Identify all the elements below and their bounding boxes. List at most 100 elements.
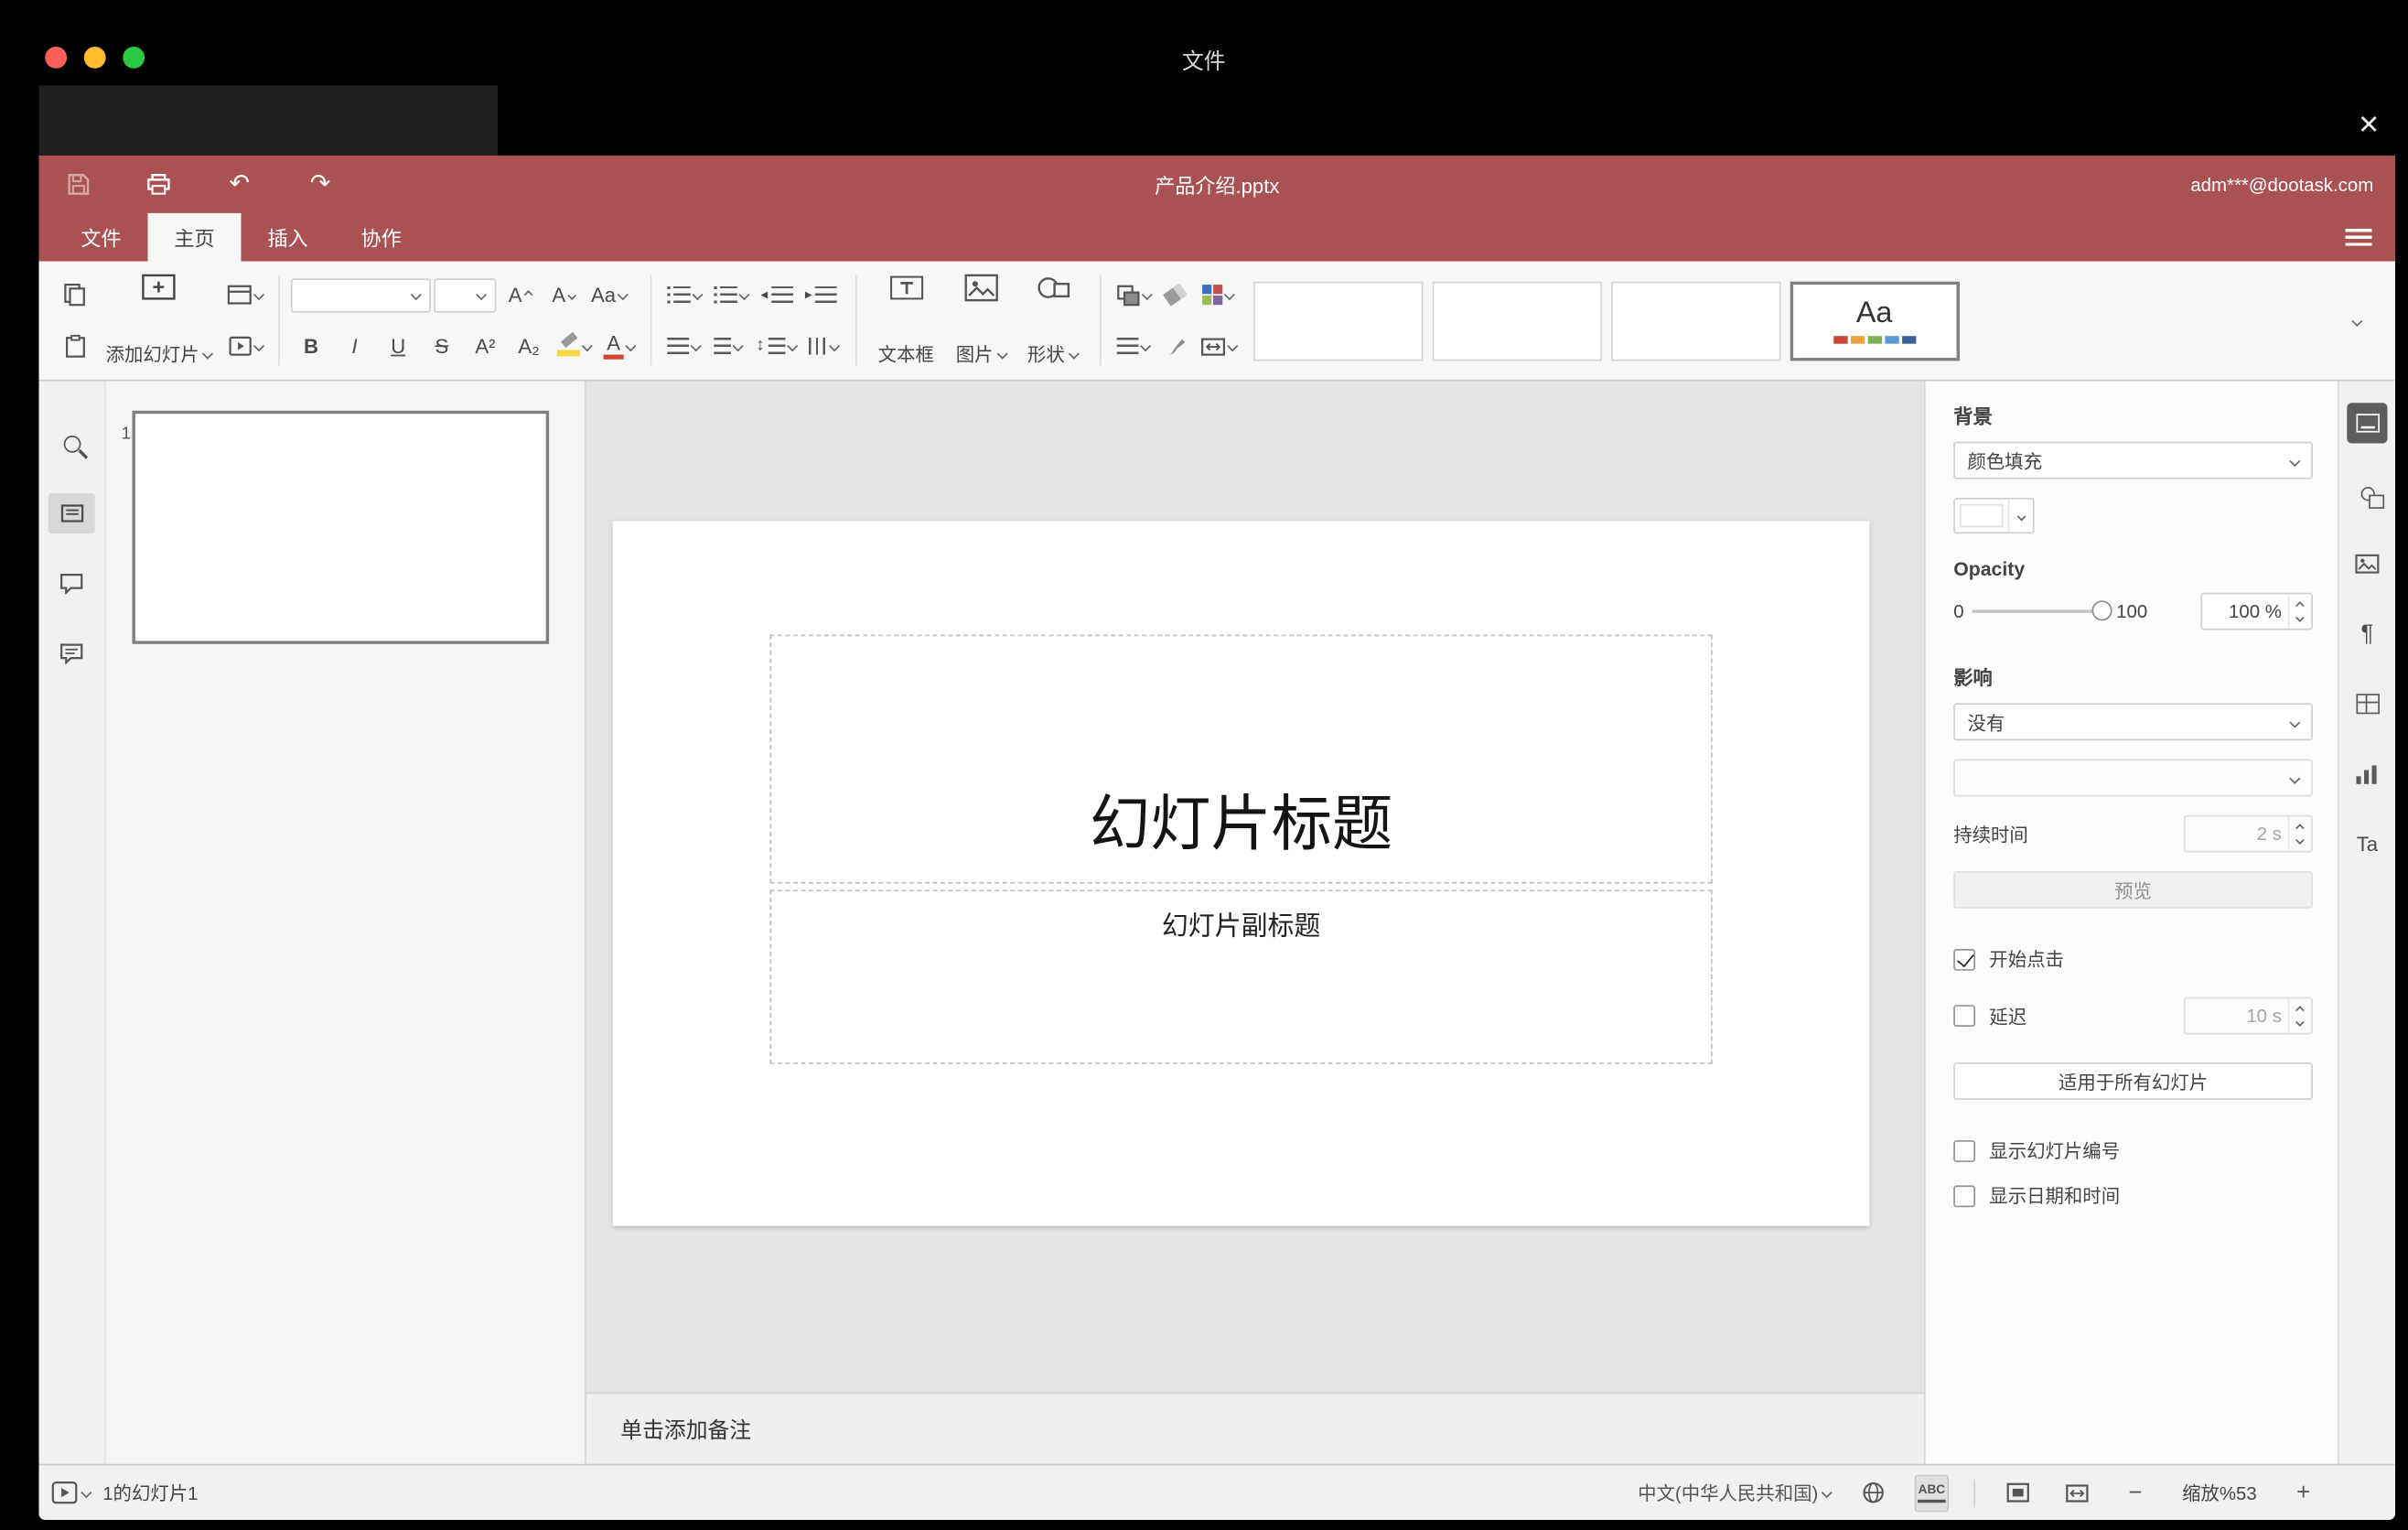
copy-button[interactable]: [55, 275, 95, 315]
decrease-font-button[interactable]: A: [543, 275, 583, 315]
show-date-time-checkbox[interactable]: [1953, 1184, 1975, 1207]
duration-input[interactable]: 2 s: [2183, 814, 2313, 853]
strikethrough-button[interactable]: S: [422, 326, 462, 366]
horizontal-align-button[interactable]: [662, 326, 704, 366]
effect-select[interactable]: 没有: [1953, 703, 2313, 741]
effect-type-select[interactable]: [1953, 759, 2313, 797]
undo-button[interactable]: ↶: [222, 167, 256, 201]
delay-checkbox[interactable]: [1953, 1005, 1975, 1027]
slider-knob[interactable]: [2091, 600, 2112, 621]
numbering-button[interactable]: [709, 275, 753, 315]
fit-width-button[interactable]: [2059, 1474, 2093, 1512]
insert-image-button[interactable]: 图片: [945, 269, 1016, 372]
theme-option-3[interactable]: [1610, 280, 1780, 361]
save-button[interactable]: [60, 167, 94, 201]
background-fill-select[interactable]: 颜色填充: [1953, 441, 2313, 479]
change-case-button[interactable]: Aa: [586, 275, 631, 315]
add-slide-button[interactable]: 添加幻灯片: [95, 269, 222, 372]
shape-settings-tab[interactable]: [2347, 473, 2387, 513]
image-settings-tab[interactable]: [2347, 543, 2387, 583]
start-slideshow-button[interactable]: [222, 326, 267, 366]
effect-label: 影响: [1953, 667, 1993, 690]
textart-settings-icon: Ta: [2356, 831, 2379, 856]
opacity-input[interactable]: 100 %: [2200, 592, 2313, 630]
arrange-button[interactable]: [1112, 275, 1156, 315]
italic-button[interactable]: I: [335, 326, 375, 366]
tab-file[interactable]: 文件: [55, 213, 148, 262]
screen: 文件 ✕ ↶ ↷ 产品介绍.pptx adm***@dootask.com 文件…: [0, 0, 2408, 1530]
font-name-select[interactable]: [290, 277, 431, 312]
delay-input[interactable]: 10 s: [2183, 997, 2313, 1035]
zoom-out-button[interactable]: −: [2118, 1474, 2152, 1512]
color-scheme-button[interactable]: [1196, 275, 1241, 315]
opacity-slider[interactable]: [1972, 600, 2112, 622]
comments-panel-button[interactable]: [48, 563, 95, 603]
language-select[interactable]: 中文(中华人民共和国): [1638, 1474, 1833, 1512]
increase-font-button[interactable]: A: [500, 275, 540, 315]
theme-option-2[interactable]: [1431, 280, 1602, 361]
spellcheck-button[interactable]: ABC: [1914, 1473, 1950, 1512]
text-box-button[interactable]: 文本框: [867, 269, 945, 372]
start-on-click-checkbox[interactable]: [1953, 948, 1975, 970]
tab-insert[interactable]: 插入: [242, 213, 335, 262]
slide-layout-button[interactable]: [222, 275, 267, 315]
app-header: ↶ ↷ 产品介绍.pptx adm***@dootask.com 文件 主页 插…: [38, 156, 2395, 262]
clear-style-button[interactable]: [1155, 275, 1195, 315]
vertical-align-button[interactable]: [708, 326, 748, 366]
superscript-button[interactable]: A²: [465, 326, 505, 366]
set-language-button[interactable]: [1855, 1474, 1889, 1512]
line-spacing-button[interactable]: ↕: [751, 326, 801, 366]
background-color-picker[interactable]: [1953, 498, 2035, 534]
underline-button[interactable]: U: [378, 326, 418, 366]
zoom-in-button[interactable]: +: [2286, 1474, 2320, 1512]
bullets-button[interactable]: [662, 275, 706, 315]
decrease-indent-button[interactable]: ◂: [756, 275, 797, 315]
close-icon[interactable]: ✕: [2346, 106, 2392, 146]
fit-slide-button[interactable]: [2000, 1474, 2034, 1512]
font-color-button[interactable]: A: [599, 326, 640, 366]
theme-gallery-expand-button[interactable]: [2333, 269, 2380, 372]
paste-button[interactable]: [55, 326, 95, 366]
apply-to-all-slides-button[interactable]: 适用于所有幻灯片: [1953, 1062, 2313, 1100]
tab-collaboration[interactable]: 协作: [335, 213, 428, 262]
redo-button[interactable]: ↷: [304, 167, 338, 201]
hamburger-icon[interactable]: [2345, 228, 2372, 246]
slide-size-button[interactable]: [1196, 326, 1241, 366]
theme-option-1[interactable]: [1252, 280, 1423, 361]
copy-style-button[interactable]: [1155, 326, 1195, 366]
start-slideshow-status-button[interactable]: [51, 1474, 92, 1512]
increase-indent-button[interactable]: ▸: [801, 275, 842, 315]
theme-option-selected[interactable]: Aa: [1789, 280, 1960, 361]
chat-panel-button[interactable]: [48, 633, 95, 673]
insert-shape-button[interactable]: 形状: [1016, 269, 1088, 372]
print-button[interactable]: [142, 167, 176, 201]
fit-width-icon: [2065, 1483, 2088, 1502]
shape-icon: [1037, 277, 1070, 298]
slide-thumbnail-1[interactable]: [132, 410, 550, 644]
search-button[interactable]: [48, 423, 95, 463]
highlight-color-button[interactable]: [553, 326, 597, 366]
slide-1[interactable]: 幻灯片标题 幻灯片副标题: [612, 521, 1870, 1226]
insert-columns-button[interactable]: [803, 326, 844, 366]
table-settings-tab[interactable]: [2347, 683, 2387, 723]
preview-button[interactable]: 预览: [1953, 871, 2313, 909]
slides-panel-button[interactable]: [48, 492, 95, 534]
underline-icon: U: [391, 334, 406, 358]
tab-home[interactable]: 主页: [147, 212, 242, 262]
slide-layout-icon: [227, 285, 252, 305]
align-objects-button[interactable]: [1112, 326, 1156, 366]
textart-settings-tab[interactable]: Ta: [2347, 823, 2387, 863]
subscript-button[interactable]: A₂: [509, 326, 549, 366]
image-icon: [963, 274, 998, 302]
paragraph-settings-tab[interactable]: ¶: [2347, 613, 2387, 653]
show-slide-number-checkbox[interactable]: [1953, 1139, 1975, 1162]
title-placeholder[interactable]: 幻灯片标题: [769, 634, 1713, 884]
slide-settings-tab[interactable]: [2347, 403, 2388, 444]
window-title: 文件: [1182, 48, 1226, 73]
font-size-select[interactable]: [434, 277, 497, 312]
chart-settings-tab[interactable]: [2347, 753, 2387, 793]
notes-area[interactable]: 单击添加备注: [586, 1392, 1924, 1464]
subtitle-placeholder[interactable]: 幻灯片副标题: [769, 889, 1713, 1064]
numbering-icon: [714, 286, 717, 304]
bold-button[interactable]: B: [291, 326, 331, 366]
